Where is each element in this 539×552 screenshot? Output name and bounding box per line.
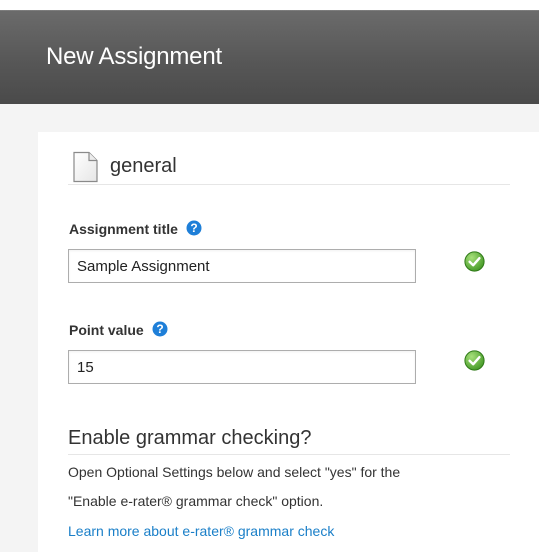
section-label: general xyxy=(110,155,177,177)
grammar-instructions-line-1: Open Optional Settings below and select … xyxy=(68,464,401,480)
question-circle-icon[interactable]: ? xyxy=(186,220,202,240)
assignment-title-label-text: Assignment title xyxy=(69,221,178,237)
section-heading-general: general xyxy=(68,148,510,185)
page-header: New Assignment xyxy=(0,10,539,104)
question-circle-icon[interactable]: ? xyxy=(152,321,168,341)
page-title: New Assignment xyxy=(46,43,222,70)
point-value-input[interactable] xyxy=(68,350,416,384)
check-circle-icon xyxy=(464,251,485,272)
assignment-title-input[interactable] xyxy=(68,249,416,283)
document-icon xyxy=(70,151,100,183)
learn-more-erater-link[interactable]: Learn more about e-rater® grammar check xyxy=(68,522,334,540)
check-circle-icon xyxy=(464,350,485,371)
grammar-instructions-line-2: "Enable e-rater® grammar check" option. xyxy=(68,493,324,509)
grammar-heading: Enable grammar checking? xyxy=(68,424,510,455)
form-panel xyxy=(38,132,539,552)
svg-text:?: ? xyxy=(190,221,197,235)
point-value-label-text: Point value xyxy=(69,322,144,338)
point-value-label: Point value ? xyxy=(69,321,168,341)
svg-text:?: ? xyxy=(156,322,163,336)
assignment-title-label: Assignment title ? xyxy=(69,220,202,240)
